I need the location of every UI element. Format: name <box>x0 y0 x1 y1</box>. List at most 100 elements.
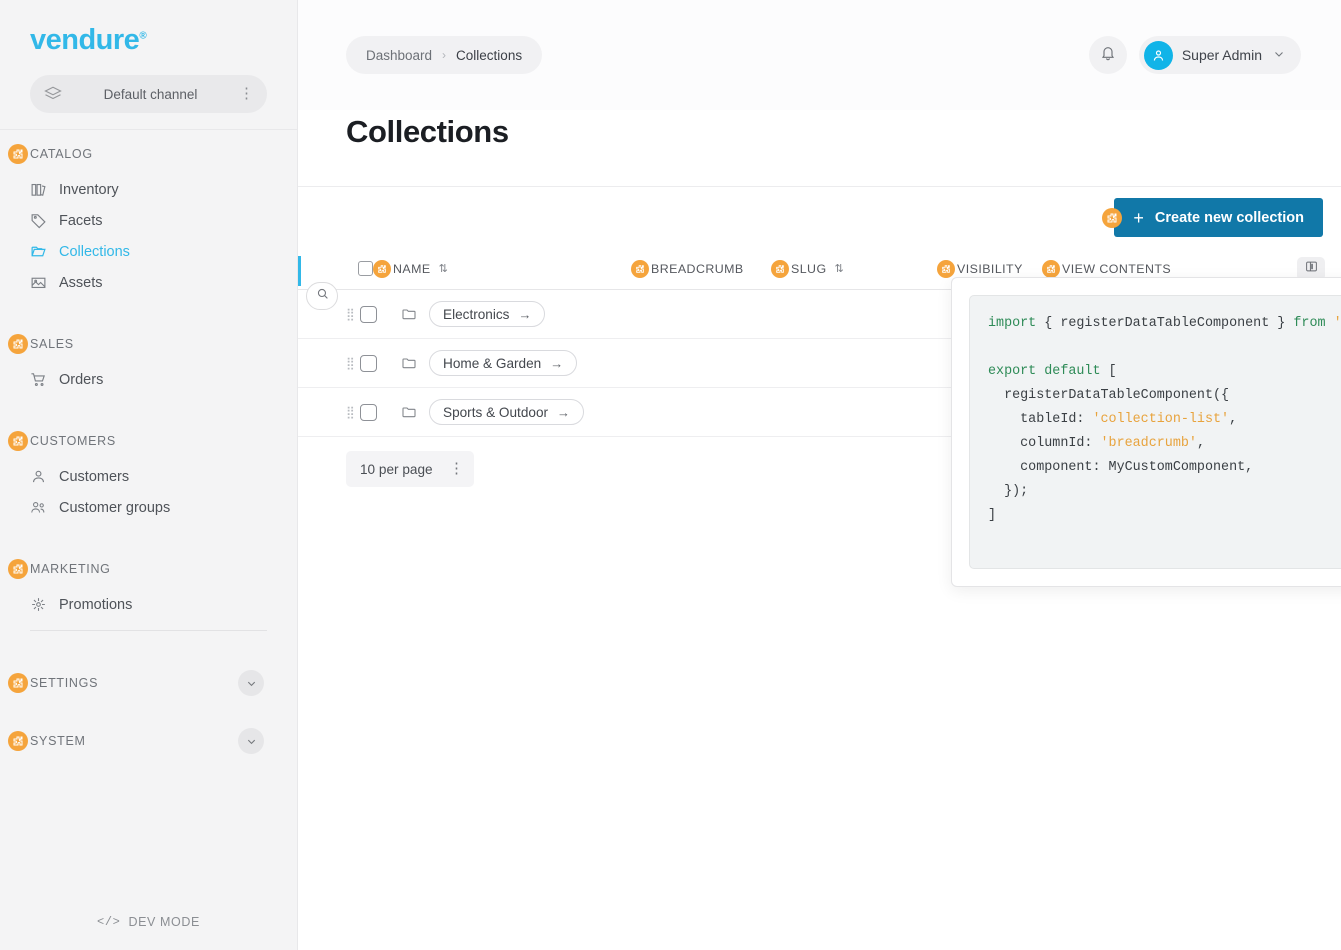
user-icon <box>30 468 47 485</box>
drag-handle-icon[interactable]: ⣿ <box>346 408 358 416</box>
notifications-button[interactable] <box>1089 36 1127 74</box>
sidebar-section-label: SALES <box>30 337 74 351</box>
plugin-puzzle-icon <box>771 260 789 278</box>
sidebar-item-collections[interactable]: Collections <box>0 236 297 267</box>
sidebar-section-header-customers[interactable]: CUSTOMERS <box>0 421 297 461</box>
items-per-page-menu-icon[interactable]: ⋮ <box>449 464 464 475</box>
code-token: , <box>1229 412 1237 427</box>
collection-name: Home & Garden <box>443 356 541 371</box>
breadcrumb-root[interactable]: Dashboard <box>366 48 432 63</box>
nav-section-settings: SETTINGS <box>0 663 297 703</box>
code-block: import { registerDataTableComponent } fr… <box>969 295 1341 569</box>
sidebar-item-customer-groups[interactable]: Customer groups <box>0 492 297 523</box>
channel-switcher[interactable]: Default channel ⋮ <box>30 75 267 113</box>
sidebar-section-header-settings[interactable]: SETTINGS <box>0 663 297 703</box>
plugin-puzzle-icon <box>373 260 391 278</box>
create-collection-wrap: + Create new collection <box>1102 198 1323 237</box>
sidebar-item-label: Collections <box>59 244 130 260</box>
nav-spacer <box>0 631 297 663</box>
chevron-down-icon[interactable] <box>238 728 264 754</box>
top-bar-right: Super Admin <box>1089 36 1301 74</box>
drag-handle-icon[interactable]: ⣿ <box>346 310 358 318</box>
tag-icon <box>30 212 47 229</box>
dev-mode-label: DEV MODE <box>128 915 199 929</box>
sort-toggle-icon[interactable]: ⇅ <box>439 262 449 275</box>
column-header-breadcrumb[interactable]: BREADCRUMB <box>631 260 771 278</box>
column-header-label: BREADCRUMB <box>651 262 744 276</box>
sidebar-item-label: Customer groups <box>59 500 170 516</box>
sidebar-nav: CATALOG Inventory Facets <box>0 129 297 894</box>
collection-name: Sports & Outdoor <box>443 405 548 420</box>
users-icon <box>30 499 47 516</box>
plugin-puzzle-icon <box>8 559 28 579</box>
folder-icon <box>401 355 417 371</box>
sidebar-section-label: CATALOG <box>30 147 93 161</box>
sort-toggle-icon[interactable]: ⇅ <box>835 262 845 275</box>
nav-spacer <box>0 399 297 421</box>
plugin-puzzle-icon <box>8 731 28 751</box>
sidebar-section-header-sales[interactable]: SALES <box>0 324 297 364</box>
collection-name-chip[interactable]: Electronics → <box>429 301 545 327</box>
collection-name-chip[interactable]: Home & Garden → <box>429 350 577 376</box>
dev-mode-toggle[interactable]: </> DEV MODE <box>0 894 297 950</box>
sidebar-section-header-system[interactable]: SYSTEM <box>0 721 297 761</box>
sidebar-item-orders[interactable]: Orders <box>0 364 297 395</box>
sidebar-section-label: SETTINGS <box>30 676 98 690</box>
column-header-label: VISIBILITY <box>957 262 1023 276</box>
channel-name: Default channel <box>62 87 239 102</box>
plugin-puzzle-icon <box>937 260 955 278</box>
nav-section-system: SYSTEM <box>0 721 297 761</box>
user-name: Super Admin <box>1182 47 1262 63</box>
row-checkbox[interactable] <box>360 355 377 372</box>
user-menu[interactable]: Super Admin <box>1139 36 1301 74</box>
arrow-right-icon: → <box>550 356 563 371</box>
sidebar-section-label: CUSTOMERS <box>30 434 116 448</box>
code-token: tableId: <box>988 412 1092 427</box>
column-header-name[interactable]: NAME ⇅ <box>373 260 631 278</box>
brand-name: vendure <box>30 24 139 56</box>
code-snippet-popover: import { registerDataTableComponent } fr… <box>951 277 1341 587</box>
column-header-view-contents[interactable]: VIEW CONTENTS <box>1042 260 1171 278</box>
search-icon <box>316 287 329 305</box>
sidebar-item-inventory[interactable]: Inventory <box>0 174 297 205</box>
channel-switcher-wrap: Default channel ⋮ <box>0 69 297 129</box>
sidebar-section-label: MARKETING <box>30 562 111 576</box>
folder-icon <box>401 306 417 322</box>
column-header-slug[interactable]: SLUG ⇅ <box>771 260 937 278</box>
top-bar: Dashboard › Collections Super Admin <box>298 0 1341 110</box>
channel-menu-icon[interactable]: ⋮ <box>239 89 253 100</box>
search-button[interactable] <box>306 282 338 310</box>
sidebar-item-facets[interactable]: Facets <box>0 205 297 236</box>
sidebar-item-promotions[interactable]: Promotions <box>0 589 297 620</box>
breadcrumb-current: Collections <box>456 48 522 63</box>
row-checkbox[interactable] <box>360 306 377 323</box>
collection-name-chip[interactable]: Sports & Outdoor → <box>429 399 584 425</box>
items-per-page-selector[interactable]: 10 per page ⋮ <box>346 451 474 487</box>
sidebar-section-header-marketing[interactable]: MARKETING <box>0 549 297 589</box>
drag-handle-icon[interactable]: ⣿ <box>346 359 358 367</box>
nav-section-customers: CUSTOMERS Customers Customer groups <box>0 421 297 523</box>
breadcrumb-separator: › <box>442 48 446 62</box>
create-new-collection-button[interactable]: + Create new collection <box>1114 198 1323 237</box>
chevron-down-icon[interactable] <box>238 670 264 696</box>
sidebar-item-assets[interactable]: Assets <box>0 267 297 298</box>
nav-section-sales: SALES Orders <box>0 324 297 395</box>
sidebar-item-label: Customers <box>59 469 129 485</box>
sidebar: vendure® Default channel ⋮ CATA <box>0 0 298 950</box>
action-bar: + Create new collection <box>298 186 1341 248</box>
row-checkbox[interactable] <box>360 404 377 421</box>
column-header-visibility[interactable]: VISIBILITY <box>937 260 1042 278</box>
plugin-puzzle-icon <box>8 144 28 164</box>
nav-spacer <box>0 302 297 324</box>
code-token: export default <box>988 364 1101 379</box>
sidebar-item-label: Assets <box>59 275 103 291</box>
sidebar-item-customers[interactable]: Customers <box>0 461 297 492</box>
sidebar-section-header-catalog[interactable]: CATALOG <box>0 134 297 174</box>
code-token: component: MyCustomComponent, <box>988 460 1253 475</box>
select-all-checkbox[interactable] <box>358 261 373 276</box>
code-token: ] <box>988 508 996 523</box>
code-token: registerDataTableComponent({ <box>988 388 1229 403</box>
code-token <box>1326 316 1334 331</box>
brand-logo[interactable]: vendure® <box>0 0 297 69</box>
folder-icon <box>401 404 417 420</box>
